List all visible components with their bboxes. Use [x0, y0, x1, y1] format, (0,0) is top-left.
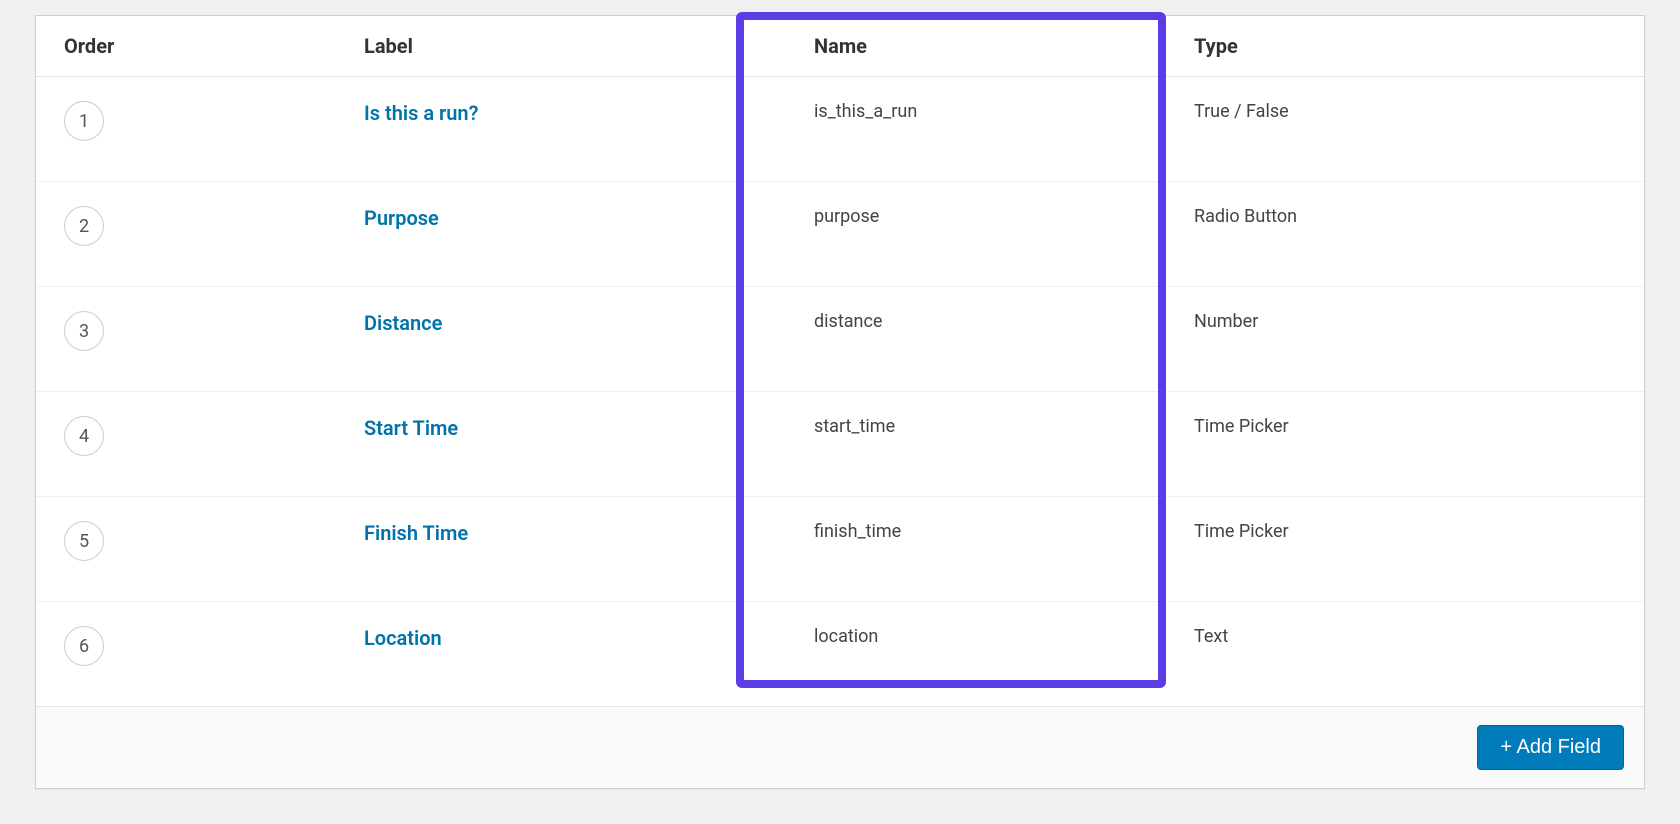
label-cell: Finish Time [336, 497, 786, 602]
name-cell: start_time [786, 392, 1166, 497]
order-cell: 6 [36, 602, 336, 707]
edit-field-link[interactable]: Finish Time [364, 521, 468, 545]
table-row[interactable]: 1 Is this a run? is_this_a_runTrue / False [36, 77, 1644, 182]
name-cell: location [786, 602, 1166, 707]
edit-field-link[interactable]: Start Time [364, 416, 458, 440]
fields-table: Order Label Name Type 1 Is this a run? is_… [36, 16, 1644, 706]
add-field-button[interactable]: + Add Field [1477, 725, 1624, 770]
reorder-handle[interactable]: 1 [64, 101, 104, 141]
label-cell: Is this a run? [336, 77, 786, 182]
edit-field-link[interactable]: Location [364, 626, 442, 650]
fields-table-head: Order Label Name Type [36, 16, 1644, 77]
order-cell: 4 [36, 392, 336, 497]
table-row[interactable]: 5 Finish Time finish_timeTime Picker [36, 497, 1644, 602]
order-cell: 1 [36, 77, 336, 182]
name-cell: finish_time [786, 497, 1166, 602]
edit-field-link[interactable]: Is this a run? [364, 101, 478, 125]
reorder-handle[interactable]: 3 [64, 311, 104, 351]
type-cell: Time Picker [1166, 392, 1644, 497]
edit-field-link[interactable]: Distance [364, 311, 442, 335]
reorder-handle[interactable]: 2 [64, 206, 104, 246]
name-cell: purpose [786, 182, 1166, 287]
column-header-type: Type [1166, 16, 1644, 77]
type-cell: Text [1166, 602, 1644, 707]
column-header-label: Label [336, 16, 786, 77]
table-row[interactable]: 2 Purpose purposeRadio Button [36, 182, 1644, 287]
order-cell: 3 [36, 287, 336, 392]
column-header-name: Name [786, 16, 1166, 77]
name-cell: is_this_a_run [786, 77, 1166, 182]
reorder-handle[interactable]: 6 [64, 626, 104, 666]
fields-footer: + Add Field [36, 706, 1644, 788]
label-cell: Start Time [336, 392, 786, 497]
type-cell: True / False [1166, 77, 1644, 182]
order-cell: 2 [36, 182, 336, 287]
order-cell: 5 [36, 497, 336, 602]
table-row[interactable]: 3 Distance distanceNumber [36, 287, 1644, 392]
field-group-editor: Order Label Name Type 1 Is this a run? is_… [35, 15, 1645, 789]
fields-table-wrapper: Order Label Name Type 1 Is this a run? is_… [36, 16, 1644, 706]
reorder-handle[interactable]: 5 [64, 521, 104, 561]
type-cell: Time Picker [1166, 497, 1644, 602]
label-cell: Distance [336, 287, 786, 392]
label-cell: Purpose [336, 182, 786, 287]
label-cell: Location [336, 602, 786, 707]
table-row[interactable]: 6 Location locationText [36, 602, 1644, 707]
type-cell: Number [1166, 287, 1644, 392]
name-cell: distance [786, 287, 1166, 392]
column-header-order: Order [36, 16, 336, 77]
table-row[interactable]: 4 Start Time start_timeTime Picker [36, 392, 1644, 497]
fields-table-body: 1 Is this a run? is_this_a_runTrue / False… [36, 77, 1644, 707]
type-cell: Radio Button [1166, 182, 1644, 287]
reorder-handle[interactable]: 4 [64, 416, 104, 456]
edit-field-link[interactable]: Purpose [364, 206, 439, 230]
